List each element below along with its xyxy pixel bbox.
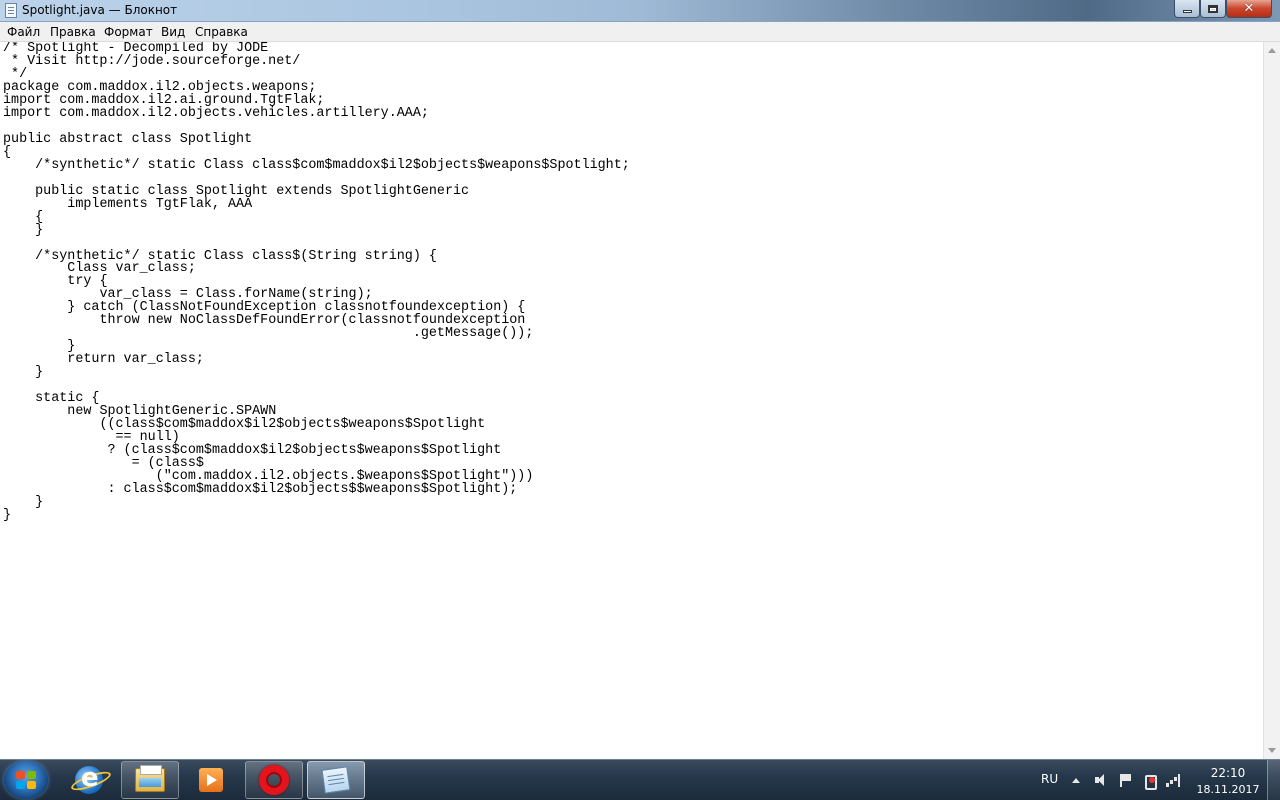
taskbar-opera[interactable] <box>245 761 303 799</box>
taskbar: RU 22:10 18.11.2017 <box>0 759 1280 800</box>
minimize-button[interactable] <box>1174 0 1200 18</box>
menu-view[interactable]: Вид <box>161 25 185 39</box>
menu-format[interactable]: Формат <box>104 25 153 39</box>
menu-edit[interactable]: Правка <box>50 25 96 39</box>
language-indicator[interactable]: RU <box>1041 772 1058 786</box>
menu-bar: Файл Правка Формат Вид Справка <box>0 22 1280 42</box>
windows-flag-blue <box>16 781 25 789</box>
folder-icon <box>135 765 165 792</box>
ie-icon <box>75 763 103 794</box>
power-icon[interactable] <box>1142 773 1157 790</box>
restore-icon <box>1208 4 1218 13</box>
windows-flag-green <box>27 771 36 779</box>
text-editor[interactable]: /* Spotlight - Decompiled by JODE * Visi… <box>0 42 1263 759</box>
minimize-icon <box>1182 10 1192 13</box>
action-center-icon[interactable] <box>1118 773 1132 787</box>
window-title: Spotlight.java — Блокнот <box>22 3 178 17</box>
media-player-icon <box>199 768 223 792</box>
menu-file[interactable]: Файл <box>7 25 40 39</box>
menu-help[interactable]: Справка <box>195 25 248 39</box>
scroll-up-icon[interactable] <box>1268 48 1276 53</box>
show-hidden-icons-icon[interactable] <box>1072 778 1080 783</box>
windows-flag-yellow <box>27 781 36 789</box>
taskbar-media-player[interactable] <box>182 761 240 799</box>
windows-start-icon <box>16 771 25 779</box>
notepad-icon <box>321 766 351 794</box>
taskbar-ie[interactable] <box>60 761 118 799</box>
close-icon: ✕ <box>1243 1 1255 16</box>
network-icon[interactable] <box>1166 773 1180 787</box>
show-desktop-button[interactable] <box>1267 760 1280 800</box>
close-button[interactable]: ✕ <box>1226 0 1272 18</box>
taskbar-explorer[interactable] <box>121 761 179 799</box>
opera-icon <box>259 765 289 795</box>
volume-icon[interactable] <box>1094 773 1108 787</box>
scroll-down-icon[interactable] <box>1268 748 1276 753</box>
clock-time[interactable]: 22:10 <box>1198 766 1258 780</box>
maximize-button[interactable] <box>1200 0 1226 18</box>
title-bar[interactable]: Spotlight.java — Блокнот ✕ <box>0 0 1280 22</box>
taskbar-notepad[interactable] <box>307 761 365 799</box>
notepad-app-icon[interactable] <box>5 3 17 18</box>
vertical-scrollbar[interactable] <box>1263 42 1280 759</box>
editor-text[interactable]: /* Spotlight - Decompiled by JODE * Visi… <box>3 42 630 523</box>
clock-date[interactable]: 18.11.2017 <box>1192 783 1264 796</box>
start-button[interactable] <box>4 761 48 799</box>
